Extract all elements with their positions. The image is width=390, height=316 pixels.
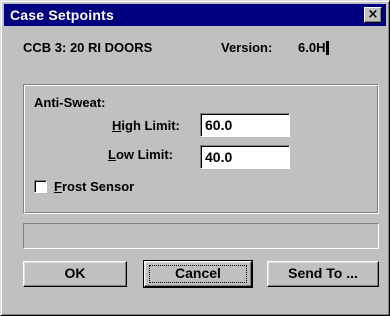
high-limit-mnemonic: H	[112, 118, 122, 133]
frost-sensor-checkbox[interactable]	[34, 180, 47, 193]
close-icon: ×	[367, 7, 379, 22]
anti-sweat-label: Anti-Sweat:	[34, 95, 106, 110]
title-bar[interactable]: Case Setpoints ×	[4, 4, 386, 26]
version-value: 6.0H	[298, 40, 326, 55]
close-button[interactable]: ×	[364, 7, 382, 23]
status-bar	[23, 223, 379, 249]
frost-sensor-label[interactable]: Frost Sensor	[54, 179, 134, 194]
low-limit-input[interactable]: 40.0	[200, 145, 290, 169]
low-limit-label: Low Limit:	[108, 147, 173, 162]
cancel-button[interactable]: Cancel	[143, 260, 253, 288]
device-name: CCB 3: 20 RI DOORS	[23, 40, 153, 55]
send-to-button[interactable]: Send To ...	[267, 261, 379, 287]
version-label: Version:	[221, 40, 273, 55]
frost-sensor-mnemonic: F	[54, 179, 62, 194]
high-limit-input[interactable]: 60.0	[200, 113, 290, 137]
high-limit-label: High Limit:	[112, 118, 180, 133]
case-setpoints-dialog: Case Setpoints × CCB 3: 20 RI DOORS Vers…	[0, 0, 390, 316]
focus-rectangle	[149, 265, 247, 283]
dialog-title: Case Setpoints	[10, 7, 114, 23]
ok-button[interactable]: OK	[23, 261, 127, 287]
anti-sweat-group: Anti-Sweat: High Limit: 60.0 Low Limit: …	[23, 84, 379, 214]
frost-sensor-label-text: rost Sensor	[61, 179, 135, 194]
text-cursor	[326, 41, 329, 55]
low-limit-label-text: ow Limit:	[115, 147, 173, 162]
low-limit-mnemonic: L	[108, 147, 116, 162]
high-limit-label-text: igh Limit:	[121, 118, 180, 133]
